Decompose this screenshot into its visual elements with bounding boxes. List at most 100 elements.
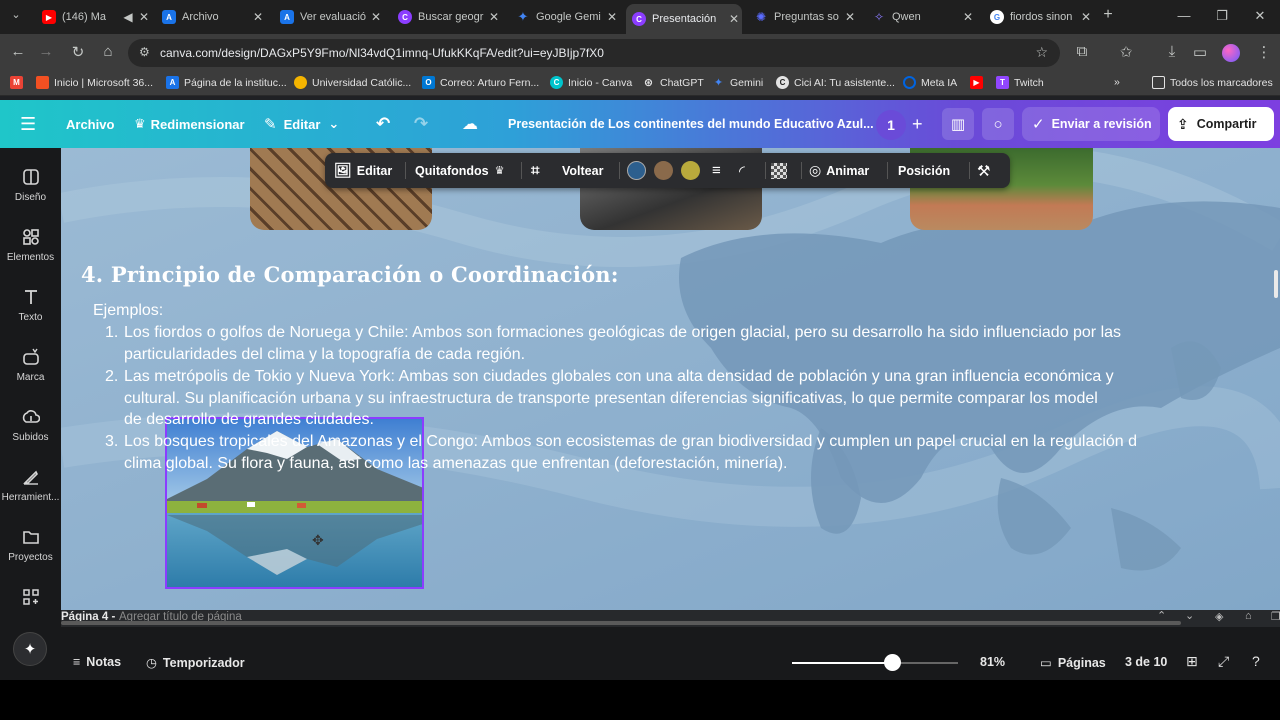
browser-tab[interactable]: ✦ Google Gemi ✕ bbox=[510, 6, 620, 28]
share-button[interactable]: ⇪ Compartir bbox=[1168, 107, 1274, 141]
new-tab-button[interactable]: + bbox=[1098, 6, 1118, 24]
bookmark-item[interactable]: O Correo: Arturo Fern... bbox=[422, 76, 539, 89]
site-info-icon[interactable]: ⚙ bbox=[139, 45, 150, 59]
favorites-icon[interactable]: ✩ bbox=[1116, 43, 1136, 61]
browser-tab[interactable]: ✺ Preguntas so ✕ bbox=[748, 6, 858, 28]
image-edit-button[interactable]: 🖼 Editar bbox=[334, 153, 392, 188]
design-canvas[interactable]: 🖼 Editar Quitafondos ♛ ⌗ Voltear ≡ ◜ ◎ A… bbox=[61, 148, 1280, 610]
list-item[interactable]: 1. Los fiordos o golfos de Noruega y Chil… bbox=[105, 322, 1121, 365]
color-swatch-brown[interactable] bbox=[654, 161, 673, 180]
collaborator-avatar[interactable]: 1 bbox=[876, 110, 906, 140]
profile-avatar[interactable] bbox=[1222, 44, 1240, 62]
send-review-button[interactable]: ✓ Enviar a revisión bbox=[1022, 107, 1160, 141]
crop-icon[interactable]: ⌗ bbox=[531, 153, 539, 188]
close-icon[interactable]: ✕ bbox=[486, 10, 502, 24]
zoom-slider-track[interactable] bbox=[792, 654, 958, 671]
bookmark-item[interactable]: Meta IA bbox=[903, 76, 957, 89]
window-close-icon[interactable]: ✕ bbox=[1250, 8, 1270, 24]
bookmark-item[interactable]: C Inicio - Canva bbox=[550, 76, 632, 89]
browser-tab-active[interactable]: C Presentación ✕ bbox=[626, 4, 742, 34]
close-icon[interactable]: ✕ bbox=[250, 10, 266, 24]
sidepanel-icon[interactable]: ▭ bbox=[1190, 43, 1210, 61]
bookmark-item[interactable]: C Cici AI: Tu asistente... bbox=[776, 76, 895, 89]
chevron-up-icon[interactable]: ⌃ bbox=[1157, 609, 1166, 622]
slide-heading[interactable]: 4. Principio de Comparación o Coordinaci… bbox=[81, 262, 619, 287]
mute-icon[interactable]: ◀ bbox=[120, 10, 136, 24]
bookmark-star-icon[interactable]: ☆ bbox=[1035, 44, 1048, 61]
duplicate-page-icon[interactable]: ❐ bbox=[1271, 610, 1280, 623]
back-icon[interactable]: ← bbox=[8, 43, 28, 60]
all-bookmarks[interactable]: Todos los marcadores bbox=[1152, 76, 1273, 89]
sidebar-item-texto[interactable]: Texto bbox=[0, 288, 61, 344]
restore-icon[interactable]: ❐ bbox=[1212, 8, 1232, 24]
comment-icon[interactable]: ○ bbox=[982, 108, 1014, 140]
extensions-icon[interactable]: ⧉ bbox=[1072, 43, 1092, 60]
pages-button[interactable]: ▭ Páginas bbox=[1040, 655, 1106, 671]
reload-icon[interactable]: ↻ bbox=[68, 43, 88, 61]
youtube-bookmark[interactable]: ▶ bbox=[970, 76, 988, 89]
timer-button[interactable]: ◷ Temporizador bbox=[146, 655, 245, 671]
document-title[interactable]: Presentación de Los continentes del mund… bbox=[508, 100, 874, 148]
gmail-bookmark[interactable]: M bbox=[10, 76, 28, 89]
color-swatch-blue[interactable] bbox=[627, 161, 646, 180]
magic-assistant-icon[interactable]: ✦ bbox=[13, 632, 47, 666]
close-icon[interactable]: ✕ bbox=[726, 12, 742, 26]
zoom-slider-thumb[interactable] bbox=[884, 654, 901, 671]
add-collaborator-icon[interactable]: + bbox=[912, 100, 923, 148]
undo-icon[interactable]: ↶ bbox=[376, 100, 390, 148]
close-icon[interactable]: ✕ bbox=[368, 10, 384, 24]
examples-label[interactable]: Ejemplos: bbox=[93, 302, 163, 320]
notes-button[interactable]: ≡ Notas bbox=[73, 655, 121, 669]
sidebar-item-elementos[interactable]: Elementos bbox=[0, 228, 61, 284]
animate-button[interactable]: ◎ Animar bbox=[809, 153, 869, 188]
archivo-menu[interactable]: Archivo bbox=[66, 100, 114, 148]
browser-tab[interactable]: A Ver evaluació ✕ bbox=[274, 6, 384, 28]
address-bar[interactable]: ⚙ canva.com/design/DAGxP5Y9Fmo/Nl34vdQ1i… bbox=[128, 39, 1060, 67]
download-icon[interactable]: ⤓ bbox=[1162, 43, 1182, 60]
close-icon[interactable]: ✕ bbox=[1078, 10, 1094, 24]
analytics-icon[interactable]: ▥ bbox=[942, 108, 974, 140]
hide-page-icon[interactable]: ◈ bbox=[1215, 610, 1223, 623]
browser-tab[interactable]: ▶ (146) Ma ◀ ✕ bbox=[36, 6, 152, 28]
grid-view-icon[interactable]: ⊞ bbox=[1186, 653, 1198, 670]
bg-remover-button[interactable]: Quitafondos ♛ bbox=[415, 153, 504, 188]
corner-rounding-icon[interactable]: ◜ bbox=[739, 153, 745, 188]
menu-kebab-icon[interactable]: ⋮ bbox=[1254, 43, 1274, 61]
sidebar-item-subidos[interactable]: Subidos bbox=[0, 408, 61, 464]
bookmark-item[interactable]: Inicio | Microsoft 36... bbox=[36, 76, 153, 89]
list-item[interactable]: 3. Los bosques tropicales del Amazonas y … bbox=[105, 431, 1137, 474]
lock-page-icon[interactable]: ⌂ bbox=[1245, 610, 1252, 622]
border-style-icon[interactable]: ≡ bbox=[712, 153, 721, 188]
forward-icon[interactable]: → bbox=[36, 43, 56, 60]
browser-tab[interactable]: G fiordos sinon ✕ bbox=[984, 6, 1094, 28]
chevron-down-icon[interactable]: ⌄ bbox=[1185, 609, 1194, 622]
bookmark-item[interactable]: ✦ Gemini bbox=[712, 76, 763, 90]
redo-icon[interactable]: ↷ bbox=[414, 100, 428, 148]
sidebar-item-herramientas[interactable]: Herramient... bbox=[0, 468, 61, 524]
horizontal-scrollbar[interactable] bbox=[61, 621, 1181, 625]
canvas-scrollbar[interactable] bbox=[1274, 270, 1278, 298]
bookmark-item[interactable]: T Twitch bbox=[996, 76, 1044, 89]
close-icon[interactable]: ✕ bbox=[960, 10, 976, 24]
browser-tab[interactable]: ✧ Qwen ✕ bbox=[866, 6, 976, 28]
close-icon[interactable]: ✕ bbox=[136, 10, 152, 24]
home-icon[interactable]: ⌂ bbox=[98, 43, 118, 60]
bookmark-item[interactable]: Universidad Católic... bbox=[294, 76, 411, 89]
edit-mode-button[interactable]: ✎ Editar ⌄ bbox=[264, 100, 339, 148]
resize-button[interactable]: ♛ Redimensionar bbox=[134, 100, 245, 148]
sidebar-item-marca[interactable]: Marca bbox=[0, 348, 61, 404]
minimize-icon[interactable]: — bbox=[1174, 8, 1194, 23]
paint-format-icon[interactable]: ⚒ bbox=[977, 153, 990, 188]
zoom-level[interactable]: 81% bbox=[980, 655, 1005, 669]
browser-tab[interactable]: A Archivo ✕ bbox=[156, 6, 266, 28]
browser-tab[interactable]: C Buscar geogr ✕ bbox=[392, 6, 502, 28]
hamburger-menu-icon[interactable]: ☰ bbox=[20, 100, 36, 148]
close-icon[interactable]: ✕ bbox=[842, 10, 858, 24]
sidebar-apps[interactable] bbox=[0, 588, 61, 608]
bookmark-item[interactable]: ⊛ ChatGPT bbox=[642, 76, 704, 90]
cloud-saved-icon[interactable]: ☁ bbox=[462, 100, 478, 148]
sidebar-item-proyectos[interactable]: Proyectos bbox=[0, 528, 61, 584]
sidebar-item-diseno[interactable]: Diseño bbox=[0, 168, 61, 224]
color-swatch-olive[interactable] bbox=[681, 161, 700, 180]
more-bookmarks-icon[interactable]: » bbox=[1114, 76, 1120, 88]
